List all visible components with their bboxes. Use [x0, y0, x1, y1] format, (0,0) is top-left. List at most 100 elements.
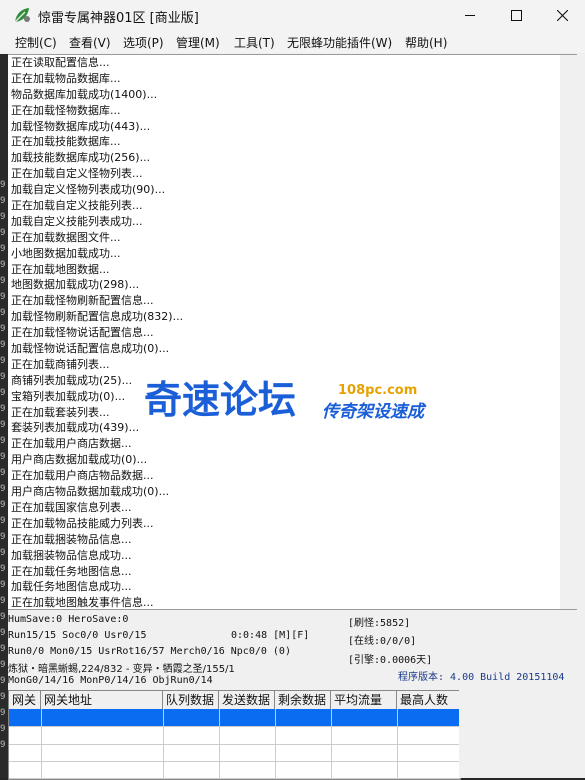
close-icon	[556, 10, 568, 21]
column-divider	[41, 709, 42, 779]
log-line: 正在加载用户商店物品数据...	[11, 469, 154, 483]
menu-bar: 控制(C) 查看(V) 选项(P) 管理(M) 工具(T) 无限蜂功能插件(W)…	[0, 31, 585, 53]
column-divider	[163, 709, 164, 779]
table-row[interactable]	[9, 727, 460, 745]
status-refresh: [刷怪:5852]	[348, 618, 411, 629]
edge-digit: 9	[0, 324, 6, 334]
log-line: 地图数据加载成功(298)...	[11, 278, 140, 292]
col-gateway-address[interactable]: 网关地址	[41, 691, 163, 709]
column-divider	[275, 709, 276, 779]
menu-help[interactable]: 帮助(H)	[405, 34, 447, 51]
col-max-users[interactable]: 最高人数	[397, 691, 460, 709]
log-line: 正在加载地图触发事件信息...	[11, 596, 154, 610]
status-line-mon: Run0/0 Mon0/15 UsrRot16/57 Merch0/16 Npc…	[8, 646, 291, 657]
edge-digit: 9	[0, 660, 6, 670]
edge-digit: 9	[0, 244, 6, 254]
column-divider	[331, 709, 332, 779]
edge-digit: 9	[0, 708, 6, 718]
log-scrollbar[interactable]	[560, 55, 577, 609]
status-engine: [引擎:0.0006天]	[348, 655, 433, 666]
edge-digit: 9	[0, 692, 6, 702]
table-header: 网关 网关地址 队列数据 发送数据 剩余数据 平均流量 最高人数	[9, 691, 460, 710]
status-line-map: 炼狱・暗黑蜥蜴,224/832 - 变异・牺霞之圣/155/1	[8, 664, 235, 675]
edge-digit: 9	[0, 548, 6, 558]
edge-digit: 9	[0, 468, 6, 478]
edge-digit: 9	[0, 260, 6, 270]
edge-digit: 9	[0, 308, 6, 318]
log-line: 加载自定义技能列表成功...	[11, 214, 143, 228]
minimize-icon	[465, 15, 475, 16]
log-line: 用户商店物品数据加载成功(0)...	[11, 485, 170, 499]
menu-view[interactable]: 查看(V)	[69, 34, 111, 51]
log-line: 正在加载自定义怪物列表...	[11, 167, 143, 181]
maximize-button[interactable]	[493, 0, 539, 31]
log-line: 加载怪物数据库成功(443)...	[11, 119, 151, 133]
log-line: 正在加载自定义技能列表...	[11, 199, 143, 213]
edge-digit: 9	[0, 292, 6, 302]
close-button[interactable]	[539, 0, 585, 31]
watermark-logo: 奇速论坛 108pc.com 传奇架设速成	[143, 377, 427, 423]
gateway-table[interactable]: 网关 网关地址 队列数据 发送数据 剩余数据 平均流量 最高人数	[8, 690, 461, 780]
log-line: 正在加载物品数据库...	[11, 71, 121, 85]
edge-digit: 9	[0, 356, 6, 366]
server-window: 惊雷专属神器01区 [商业版] 控制(C) 查看(V) 选项(P) 管理(M) …	[0, 0, 585, 780]
status-time: 0:0:48 [M][F]	[231, 630, 310, 641]
col-queue[interactable]: 队列数据	[163, 691, 219, 709]
edge-digit: 9	[0, 196, 6, 206]
log-line: 正在加载国家信息列表...	[11, 500, 132, 514]
menu-plugins[interactable]: 无限蜂功能插件(W)	[287, 34, 392, 51]
watermark-main: 奇速论坛	[144, 378, 296, 422]
status-line-objrun: MonG0/14/16 MonP0/14/16 ObjRun0/14	[8, 675, 213, 686]
right-blank-area	[459, 690, 585, 778]
edge-digit: 9	[0, 436, 6, 446]
log-line: 正在加载怪物说话配置信息...	[11, 326, 154, 340]
log-line: 正在加载怪物刷新配置信息...	[11, 294, 154, 308]
app-leaf-icon	[14, 8, 30, 23]
status-version: 程序版本: 4.00 Build 20151104	[398, 672, 565, 683]
log-panel[interactable]: 正在读取配置信息... 正在加载物品数据库... 物品数据库加载成功(1400)..…	[8, 54, 577, 610]
edge-digit: 9	[0, 724, 6, 734]
edge-digit: 9	[0, 180, 6, 190]
col-gateway[interactable]: 网关	[9, 691, 41, 709]
log-line: 加载自定义怪物列表成功(90)...	[11, 183, 166, 197]
left-edge-strip: 9 9 9 9 9 9 9 9 9 9 9 9 9 9 9 9 9 9 9 9 9 9 9 9 9 9 9 9 9 9 9 9 9 9 9 9	[0, 54, 8, 778]
table-row[interactable]	[9, 744, 460, 762]
edge-digit: 9	[0, 532, 6, 542]
edge-digit: 9	[0, 388, 6, 398]
col-avg-traffic[interactable]: 平均流量	[331, 691, 397, 709]
window-title: 惊雷专属神器01区 [商业版]	[38, 11, 199, 26]
menu-options[interactable]: 选项(P)	[123, 34, 164, 51]
menu-manage[interactable]: 管理(M)	[176, 34, 220, 51]
maximize-icon	[510, 10, 522, 21]
log-line: 正在加载地图数据...	[11, 262, 110, 276]
edge-digit: 9	[0, 516, 6, 526]
watermark-site: 108pc.com	[338, 383, 417, 398]
status-line-run: Run15/15 Soc0/0 Usr0/15	[8, 630, 147, 641]
column-divider	[397, 709, 398, 779]
watermark-slogan: 传奇架设速成	[322, 402, 427, 422]
menu-control[interactable]: 控制(C)	[15, 34, 57, 51]
edge-digit: 9	[0, 580, 6, 590]
edge-digit: 9	[0, 740, 6, 750]
edge-digit: 9	[0, 404, 6, 414]
status-line-humsave: HumSave:0 HeroSave:0	[8, 614, 129, 625]
col-sent[interactable]: 发送数据	[219, 691, 275, 709]
edge-digit: 9	[0, 500, 6, 510]
log-line: 正在加载物品技能威力列表...	[11, 516, 154, 530]
menu-tools[interactable]: 工具(T)	[234, 34, 275, 51]
minimize-button[interactable]	[447, 0, 493, 31]
log-line: 加载技能数据库成功(256)...	[11, 151, 151, 165]
edge-digit: 9	[0, 564, 6, 574]
log-line: 物品数据库加载成功(1400)...	[11, 87, 158, 101]
log-line: 正在加载任务地图信息...	[11, 564, 132, 578]
log-line: 正在加载怪物数据库...	[11, 103, 121, 117]
edge-digit: 9	[0, 484, 6, 494]
table-row[interactable]	[9, 709, 460, 727]
log-line: 正在加载技能数据库...	[11, 135, 121, 149]
edge-digit: 9	[0, 596, 6, 606]
col-remaining[interactable]: 剩余数据	[275, 691, 331, 709]
column-divider	[219, 709, 220, 779]
title-bar[interactable]: 惊雷专属神器01区 [商业版]	[0, 0, 585, 31]
log-line: 加载任务地图信息成功...	[11, 580, 132, 594]
table-row[interactable]	[9, 761, 460, 779]
